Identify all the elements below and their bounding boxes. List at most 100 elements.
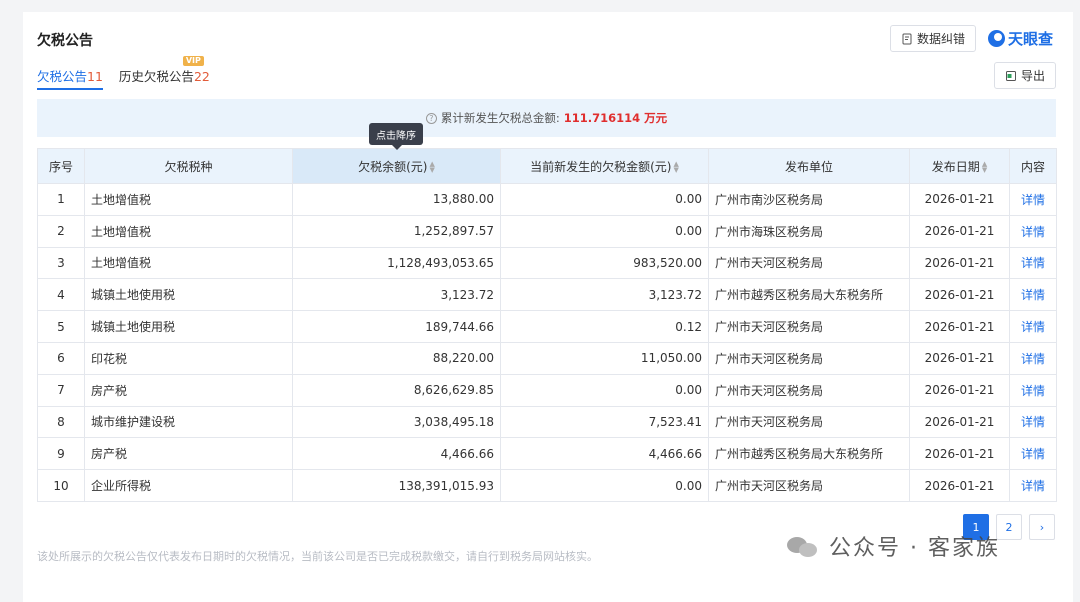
tab-label: 历史欠税公告: [118, 69, 194, 84]
tab-label: 欠税公告: [37, 69, 88, 84]
row-detail-link[interactable]: 详情: [1009, 469, 1057, 502]
row-agency: 广州市越秀区税务局大东税务所: [708, 278, 910, 312]
row-agency: 广州市天河区税务局: [708, 469, 910, 502]
col-header-tax-type: 欠税税种: [84, 148, 293, 184]
row-balance: 3,038,495.18: [292, 405, 501, 439]
tab-bar: 欠税公告11 历史欠税公告22 VIP: [37, 56, 210, 90]
report-icon: [902, 33, 912, 44]
row-detail-link[interactable]: 详情: [1009, 310, 1057, 343]
row-new-amount: 11,050.00: [500, 341, 709, 375]
row-agency: 广州市天河区税务局: [708, 341, 910, 375]
vip-badge: VIP: [182, 56, 204, 66]
row-agency: 广州市天河区税务局: [708, 373, 910, 407]
row-balance: 4,466.66: [292, 437, 501, 471]
sort-tooltip: 点击降序: [369, 123, 423, 150]
row-index: 6: [37, 341, 85, 375]
row-agency: 广州市天河区税务局: [708, 246, 910, 280]
row-date: 2026-01-21: [909, 373, 1010, 407]
row-new-amount: 0.00: [500, 183, 709, 216]
sort-icon: ▲ ▼: [673, 160, 679, 174]
table-row: 10 企业所得税 138,391,015.93 0.00 广州市天河区税务局 2026-0…: [37, 469, 1057, 502]
watermark-text: 公众号 · 客家族: [829, 536, 1000, 561]
col-header-agency: 发布单位: [708, 148, 910, 184]
row-tax-type: 房产税: [84, 437, 293, 471]
row-balance: 138,391,015.93: [292, 469, 501, 502]
export-button[interactable]: 导出: [994, 62, 1056, 89]
table-row: 7 房产税 8,626,629.85 0.00 广州市天河区税务局 2026-01-21 详…: [37, 373, 1057, 407]
wechat-icon: [785, 533, 821, 559]
row-tax-type: 企业所得税: [84, 469, 293, 502]
sort-icon: ▲ ▼: [429, 160, 435, 174]
summary-amount: 111.716114 万元: [563, 111, 668, 125]
row-tax-type: 土地增值税: [84, 214, 293, 248]
table-row: 8 城市维护建设税 3,038,495.18 7,523.41 广州市天河区税务局 202…: [37, 405, 1057, 439]
row-new-amount: 0.12: [500, 310, 709, 343]
row-detail-link[interactable]: 详情: [1009, 246, 1057, 280]
row-index: 7: [37, 373, 85, 407]
row-date: 2026-01-21: [909, 310, 1010, 343]
section-title: 欠税公告: [37, 33, 93, 49]
summary-banner: ? 累计新发生欠税总金额: 111.716114 万元: [37, 99, 1056, 137]
tab-history-tax-arrears[interactable]: 历史欠税公告22 VIP: [118, 56, 210, 90]
row-agency: 广州市天河区税务局: [708, 405, 910, 439]
col-header-date[interactable]: 发布日期 ▲ ▼: [909, 148, 1010, 184]
next-page-button[interactable]: ›: [1029, 514, 1055, 540]
table-row: 1 土地增值税 13,880.00 0.00 广州市南沙区税务局 2026-01-21 详情: [37, 183, 1057, 216]
table-row: 2 土地增值税 1,252,897.57 0.00 广州市海珠区税务局 2026-01-2…: [37, 214, 1057, 248]
excel-icon: [1005, 70, 1016, 81]
row-index: 10: [37, 469, 85, 502]
row-new-amount: 983,520.00: [500, 246, 709, 280]
row-balance: 8,626,629.85: [292, 373, 501, 407]
row-new-amount: 7,523.41: [500, 405, 709, 439]
row-balance: 88,220.00: [292, 341, 501, 375]
table-row: 6 印花税 88,220.00 11,050.00 广州市天河区税务局 2026-01-2…: [37, 341, 1057, 375]
row-agency: 广州市海珠区税务局: [708, 214, 910, 248]
row-detail-link[interactable]: 详情: [1009, 341, 1057, 375]
row-tax-type: 土地增值税: [84, 183, 293, 216]
row-tax-type: 城市维护建设税: [84, 405, 293, 439]
brand-logo: 天眼查: [988, 28, 1053, 49]
row-new-amount: 4,466.66: [500, 437, 709, 471]
row-balance: 189,744.66: [292, 310, 501, 343]
question-icon[interactable]: ?: [425, 112, 437, 124]
table-header-row: 序号 欠税税种 欠税余额(元) ▲ ▼ 当前新发生的欠税金额(元) ▲ ▼ 发布单位 发…: [37, 148, 1057, 184]
row-detail-link[interactable]: 详情: [1009, 183, 1057, 216]
tab-tax-arrears[interactable]: 欠税公告11: [37, 66, 103, 90]
row-agency: 广州市越秀区税务局大东税务所: [708, 437, 910, 471]
col-header-index: 序号: [37, 148, 85, 184]
brand-mark-icon: [988, 30, 1005, 47]
sort-icon: ▲ ▼: [981, 160, 988, 174]
row-date: 2026-01-21: [909, 341, 1010, 375]
data-feedback-button[interactable]: 数据纠错: [890, 25, 976, 52]
row-tax-type: 城镇土地使用税: [84, 278, 293, 312]
row-date: 2026-01-21: [909, 183, 1010, 216]
table-row: 5 城镇土地使用税 189,744.66 0.12 广州市天河区税务局 2026-01-2…: [37, 310, 1057, 343]
row-tax-type: 城镇土地使用税: [84, 310, 293, 343]
tax-arrears-table: 序号 欠税税种 欠税余额(元) ▲ ▼ 当前新发生的欠税金额(元) ▲ ▼ 发布单位 发…: [37, 148, 1057, 502]
col-header-balance[interactable]: 欠税余额(元) ▲ ▼: [292, 148, 501, 184]
col-header-new-amount[interactable]: 当前新发生的欠税金额(元) ▲ ▼: [500, 148, 709, 184]
row-detail-link[interactable]: 详情: [1009, 437, 1057, 471]
table-row: 9 房产税 4,466.66 4,466.66 广州市越秀区税务局大东税务所 2026-0…: [37, 437, 1057, 471]
row-detail-link[interactable]: 详情: [1009, 278, 1057, 312]
row-date: 2026-01-21: [909, 278, 1010, 312]
tab-count: 22: [193, 69, 210, 84]
row-detail-link[interactable]: 详情: [1009, 214, 1057, 248]
row-detail-link[interactable]: 详情: [1009, 405, 1057, 439]
col-header-content: 内容: [1009, 148, 1057, 184]
row-agency: 广州市南沙区税务局: [708, 183, 910, 216]
row-new-amount: 0.00: [500, 373, 709, 407]
row-date: 2026-01-21: [909, 214, 1010, 248]
row-date: 2026-01-21: [909, 246, 1010, 280]
row-agency: 广州市天河区税务局: [708, 310, 910, 343]
row-index: 3: [37, 246, 85, 280]
row-new-amount: 0.00: [500, 214, 709, 248]
row-index: 4: [37, 278, 85, 312]
tab-count: 11: [87, 69, 103, 84]
row-tax-type: 房产税: [84, 373, 293, 407]
brand-name: 天眼查: [1008, 30, 1054, 48]
row-date: 2026-01-21: [909, 437, 1010, 471]
row-balance: 1,128,493,053.65: [292, 246, 501, 280]
row-detail-link[interactable]: 详情: [1009, 373, 1057, 407]
row-index: 9: [37, 437, 85, 471]
